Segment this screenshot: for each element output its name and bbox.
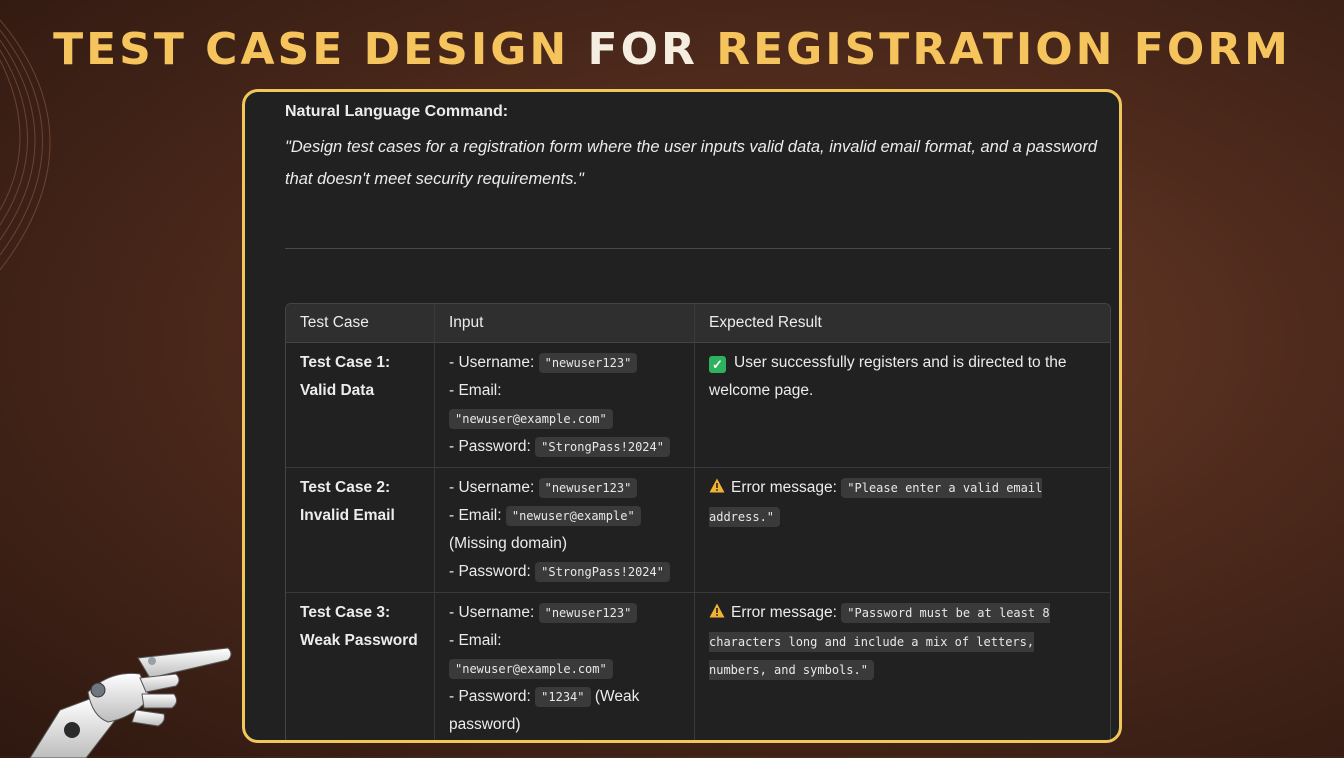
- result-text: User successfully registers and is direc…: [709, 354, 1067, 399]
- test-case-cell: Test Case 1: Valid Data: [286, 343, 434, 468]
- email-label: - Email:: [449, 632, 502, 649]
- expected-result-cell: ✓ User successfully registers and is dire…: [694, 343, 1110, 468]
- table-row: Test Case 2: Invalid Email - Username: "…: [286, 468, 1110, 593]
- title-part-1: Test Case Design: [53, 24, 570, 75]
- test-case-name: Weak Password: [300, 632, 418, 649]
- test-case-cell: Test Case 3: Weak Password: [286, 593, 434, 740]
- input-cell: - Username: "newuser123" - Email: "newus…: [434, 343, 694, 468]
- test-case-table: Test Case Input Expected Result Test Cas…: [285, 303, 1111, 740]
- table-header-row: Test Case Input Expected Result: [286, 304, 1110, 343]
- password-line: - Password: "StrongPass!2024": [449, 558, 680, 586]
- input-cell: - Username: "newuser123" - Email: "newus…: [434, 468, 694, 593]
- header-input: Input: [434, 304, 694, 343]
- table-row: Test Case 3: Weak Password - Username: "…: [286, 593, 1110, 740]
- title-part-2: for: [587, 24, 698, 75]
- test-case-number: Test Case 3:: [300, 604, 391, 621]
- username-label: - Username:: [449, 479, 535, 496]
- username-line: - Username: "newuser123": [449, 599, 680, 627]
- header-expected-result: Expected Result: [694, 304, 1110, 343]
- warning-icon: [709, 600, 725, 628]
- password-line: - Password: "1234" (Weak password): [449, 683, 680, 739]
- email-value: "newuser@example.com": [449, 659, 613, 679]
- username-label: - Username:: [449, 354, 535, 371]
- test-case-number: Test Case 2:: [300, 479, 391, 496]
- password-value: "StrongPass!2024": [535, 437, 670, 457]
- email-value: "newuser@example.com": [449, 409, 613, 429]
- test-case-name: Invalid Email: [300, 507, 395, 524]
- email-line: "newuser@example.com": [449, 655, 680, 683]
- email-line: "newuser@example.com": [449, 405, 680, 433]
- username-value: "newuser123": [538, 353, 638, 373]
- command-label: Natural Language Command:: [285, 103, 509, 120]
- email-value: "newuser@example": [505, 506, 641, 526]
- expected-result-cell: Error message: "Please enter a valid ema…: [694, 468, 1110, 593]
- username-value: "newuser123": [538, 478, 638, 498]
- email-label: - Email:: [449, 507, 502, 524]
- divider: [285, 248, 1111, 249]
- username-value: "newuser123": [538, 603, 638, 623]
- password-value: "StrongPass!2024": [535, 562, 670, 582]
- password-line: - Password: "StrongPass!2024": [449, 433, 680, 461]
- password-value: "1234": [535, 687, 591, 707]
- email-line: - Email: "newuser@example": [449, 502, 680, 530]
- warning-icon: [709, 475, 725, 503]
- test-case-name: Valid Data: [300, 382, 375, 399]
- table-row: Test Case 1: Valid Data - Username: "new…: [286, 343, 1110, 468]
- robot-hand-illustration: [29, 647, 232, 758]
- test-case-number: Test Case 1:: [300, 354, 391, 371]
- username-label: - Username:: [449, 604, 535, 621]
- header-test-case: Test Case: [286, 304, 434, 343]
- expected-result-cell: Error message: "Password must be at leas…: [694, 593, 1110, 740]
- email-note: (Missing domain): [449, 535, 568, 552]
- password-label: - Password:: [449, 438, 531, 455]
- username-line: - Username: "newuser123": [449, 349, 680, 377]
- password-label: - Password:: [449, 688, 531, 705]
- title-part-3: Registration Form: [716, 24, 1291, 75]
- command-text: "Design test cases for a registration fo…: [285, 138, 1097, 188]
- username-line: - Username: "newuser123": [449, 474, 680, 502]
- check-mark-icon: ✓: [709, 356, 726, 373]
- page-title: Test Case Design for Registration Form: [0, 24, 1344, 75]
- test-case-cell: Test Case 2: Invalid Email: [286, 468, 434, 593]
- password-label: - Password:: [449, 563, 531, 580]
- chat-card: Natural Language Command: "Design test c…: [242, 89, 1122, 743]
- result-prefix: Error message:: [731, 479, 837, 496]
- email-label: - Email:: [449, 382, 502, 399]
- result-prefix: Error message:: [731, 604, 837, 621]
- input-cell: - Username: "newuser123" - Email: "newus…: [434, 593, 694, 740]
